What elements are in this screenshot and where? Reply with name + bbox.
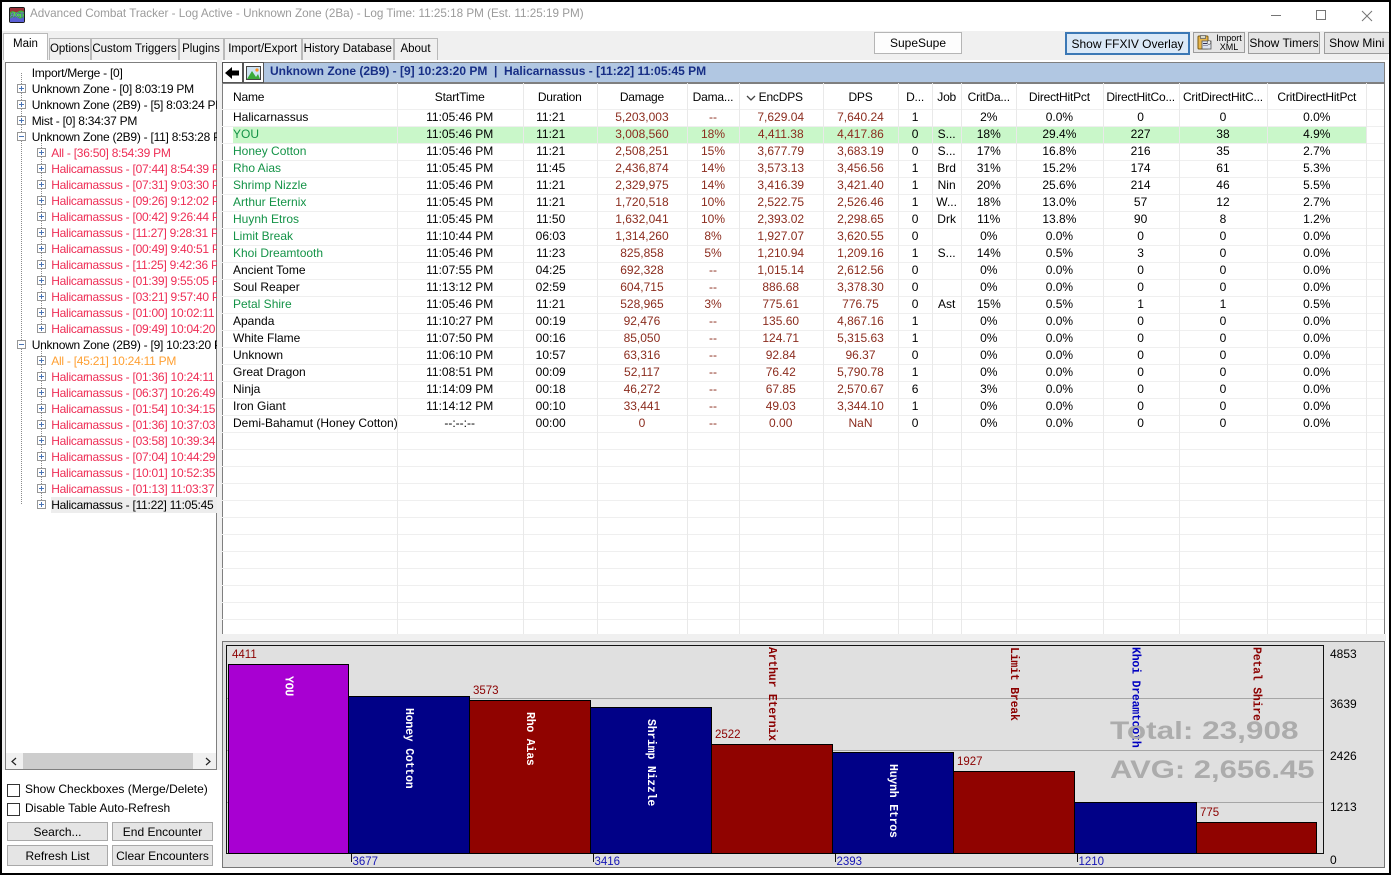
svg-text:ACT: ACT xyxy=(10,13,25,20)
